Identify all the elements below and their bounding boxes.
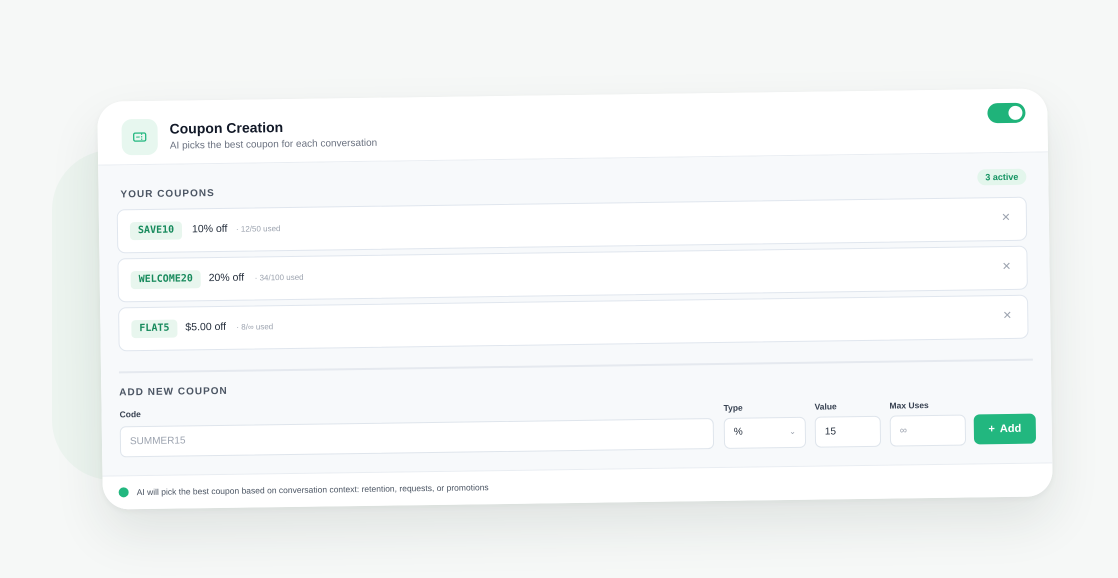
active-count-badge: 3 active	[977, 168, 1027, 186]
status-dot-icon	[118, 487, 129, 498]
value-field-label: Value	[814, 401, 837, 412]
footer-hint: AI will pick the best coupon based on co…	[136, 482, 489, 498]
remove-coupon-button[interactable]: ✕	[998, 210, 1014, 226]
add-new-coupon-label: ADD NEW COUPON	[119, 385, 228, 399]
remove-coupon-button[interactable]: ✕	[998, 259, 1014, 275]
add-button-label: Add	[999, 422, 1022, 436]
coupon-usage: · 8/∞ used	[236, 322, 274, 332]
plus-icon: +	[988, 423, 995, 436]
coupon-usage: · 12/50 used	[235, 224, 281, 234]
coupon-row: FLAT5 $5.00 off · 8/∞ used ✕	[118, 294, 1029, 352]
coupon-code-input[interactable]	[119, 418, 715, 458]
coupon-discount: $5.00 off	[185, 320, 227, 334]
chevron-down-icon: ⌄	[789, 426, 796, 437]
code-field-label: Code	[119, 409, 141, 420]
toggle-knob	[1008, 105, 1023, 120]
your-coupons-label: YOUR COUPONS	[120, 188, 215, 201]
coupon-discount: 10% off	[191, 222, 228, 236]
ticket-icon	[121, 118, 158, 156]
card-body: YOUR COUPONS 3 active SAVE10 10% off · 1…	[98, 152, 1053, 510]
coupon-enable-toggle[interactable]	[987, 102, 1026, 124]
card-footer: AI will pick the best coupon based on co…	[102, 462, 1053, 510]
type-field-label: Type	[723, 402, 743, 413]
max-uses-input[interactable]	[889, 414, 967, 447]
section-divider	[118, 358, 1033, 374]
close-icon: ✕	[1001, 260, 1012, 274]
max-uses-field-label: Max Uses	[889, 400, 929, 411]
stage: Coupon Creation AI picks the best coupon…	[0, 0, 1118, 578]
coupon-code: FLAT5	[131, 319, 178, 339]
card-subtitle: AI picks the best coupon for each conver…	[169, 137, 378, 152]
coupon-code: WELCOME20	[130, 270, 202, 290]
discount-value-input[interactable]	[814, 415, 882, 448]
coupon-creation-card: Coupon Creation AI picks the best coupon…	[97, 88, 1053, 510]
close-icon: ✕	[1001, 211, 1011, 225]
coupon-row: SAVE10 10% off · 12/50 used ✕	[116, 196, 1028, 254]
coupon-row: WELCOME20 20% off · 34/100 used ✕	[117, 245, 1028, 303]
discount-type-select[interactable]: % ⌄	[723, 416, 807, 449]
discount-type-value: %	[733, 426, 743, 438]
remove-coupon-button[interactable]: ✕	[999, 308, 1015, 324]
coupon-code: SAVE10	[129, 221, 183, 241]
add-coupon-button[interactable]: + Add	[973, 413, 1037, 445]
close-icon: ✕	[1002, 309, 1012, 323]
card-title: Coupon Creation	[169, 119, 284, 137]
coupon-discount: 20% off	[208, 271, 245, 285]
coupon-usage: · 34/100 used	[254, 272, 304, 283]
